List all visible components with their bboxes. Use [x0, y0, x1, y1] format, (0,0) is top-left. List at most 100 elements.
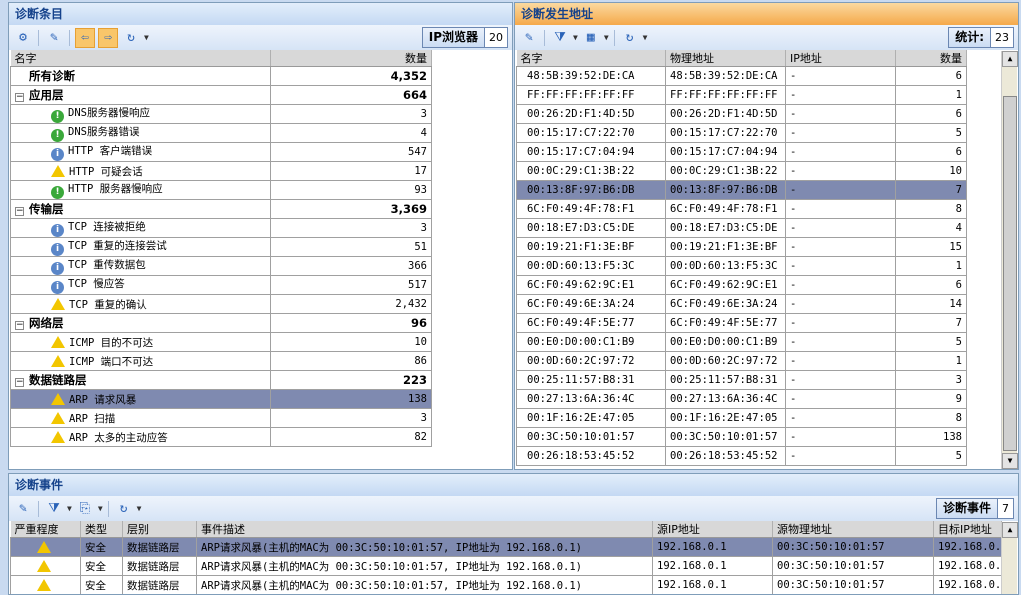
collapse-icon[interactable]: −	[15, 93, 24, 102]
events-counter[interactable]: 诊断事件 7	[935, 498, 1014, 519]
chevron-down-icon[interactable]: ▼	[604, 33, 609, 42]
address-row[interactable]: 00:0D:60:2C:97:72 00:0D:60:2C:97:72-1	[516, 351, 967, 371]
refresh-icon[interactable]: ↻	[114, 499, 134, 519]
diagnosis-row[interactable]: TCP 重复的确认 2,432	[10, 294, 432, 314]
diagnosis-row[interactable]: ICMP 端口不可达 86	[10, 351, 432, 371]
address-row[interactable]: 00:26:2D:F1:4D:5D 00:26:2D:F1:4D:5D -6	[516, 104, 967, 124]
column-header-source-ip[interactable]: 源IP地址	[652, 521, 773, 538]
address-row[interactable]: 00:13:8F:97:B6:DB 00:13:8F:97:B6:DB -7	[516, 180, 967, 200]
refresh-icon[interactable]: ↻	[620, 28, 640, 48]
diagnosis-row[interactable]: ! DNS服务器错误 4	[10, 123, 432, 143]
diagnosis-row[interactable]: i TCP 重传数据包 366	[10, 256, 432, 276]
collapse-icon[interactable]: −	[15, 321, 24, 330]
column-header-count[interactable]: 数量	[895, 50, 967, 67]
diagnosis-row[interactable]: ! HTTP 服务器慢响应 93	[10, 180, 432, 200]
diagnosis-row[interactable]: i TCP 连接被拒绝 3	[10, 218, 432, 238]
diagnosis-row[interactable]: ARP 请求风暴 138	[10, 389, 432, 409]
chevron-down-icon[interactable]: ▼	[67, 504, 72, 513]
event-row[interactable]: 安全 数据链路层 ARP请求风暴(主机的MAC为 00:3C:50:10:01:57…	[10, 537, 1002, 557]
count-cell: 4,352	[270, 66, 432, 86]
diagnosis-group-row[interactable]: 所有诊断 4,352	[10, 66, 432, 86]
address-row[interactable]: 6C:F0:49:4F:5E:77 6C:F0:49:4F:5E:77-7	[516, 313, 967, 333]
address-row[interactable]: 6C:F0:49:4F:78:F1 6C:F0:49:4F:78:F1-8	[516, 199, 967, 219]
scroll-up-icon[interactable]: ▲	[1002, 51, 1018, 67]
diagnosis-row[interactable]: HTTP 可疑会话 17	[10, 161, 432, 181]
count-cell: 14	[895, 294, 967, 314]
ip-cell: -	[785, 446, 896, 466]
diagnosis-row[interactable]: ICMP 目的不可达 10	[10, 332, 432, 352]
chevron-down-icon[interactable]: ▼	[573, 33, 578, 42]
diagnosis-row[interactable]: ARP 太多的主动应答 82	[10, 427, 432, 447]
address-row[interactable]: 00:0D:60:13:F5:3C 00:0D:60:13:F5:3C -1	[516, 256, 967, 276]
filter-add-icon[interactable]: ⧩	[550, 28, 570, 48]
ip-cell: -	[785, 275, 896, 295]
diagnosis-row[interactable]: ! DNS服务器慢响应 3	[10, 104, 432, 124]
diagnosis-group-row[interactable]: − 传输层 3,369	[10, 199, 432, 219]
chevron-down-icon[interactable]: ▼	[137, 504, 142, 513]
address-row[interactable]: 00:1F:16:2E:47:05 00:1F:16:2E:47:05-8	[516, 408, 967, 428]
scroll-up-icon[interactable]: ▲	[1002, 522, 1018, 538]
column-header-severity[interactable]: 严重程度	[10, 521, 81, 538]
vertical-scrollbar[interactable]: ▲ ▼	[1001, 51, 1018, 469]
row-label: 应用层	[29, 88, 64, 102]
edit-icon[interactable]: ✎	[44, 28, 64, 48]
address-row[interactable]: 00:E0:D0:00:C1:B9 00:E0:D0:00:C1:B9-5	[516, 332, 967, 352]
name-cell: 6C:F0:49:4F:5E:77	[516, 313, 666, 333]
diagnosis-row[interactable]: i TCP 慢应答 517	[10, 275, 432, 295]
column-header-layer[interactable]: 层别	[122, 521, 197, 538]
column-header-count[interactable]: 数量	[270, 50, 432, 67]
event-row[interactable]: 安全 数据链路层 ARP请求风暴(主机的MAC为 00:3C:50:10:01:57…	[10, 556, 1002, 576]
stats-counter[interactable]: 统计: 23	[948, 27, 1014, 48]
filter-add-icon[interactable]: ⧩	[44, 499, 64, 519]
chevron-down-icon[interactable]: ▼	[643, 33, 648, 42]
diagnosis-group-row[interactable]: − 应用层 664	[10, 85, 432, 105]
column-header-source-mac[interactable]: 源物理地址	[772, 521, 934, 538]
chevron-down-icon[interactable]: ▼	[98, 504, 103, 513]
table-add-icon[interactable]: ▦	[581, 28, 601, 48]
column-header-description[interactable]: 事件描述	[196, 521, 653, 538]
diagnosis-row[interactable]: i HTTP 客户端错误 547	[10, 142, 432, 162]
column-header-name[interactable]: 名字	[516, 50, 666, 67]
address-row[interactable]: 00:18:E7:D3:C5:DE 00:18:E7:D3:C5:DE -4	[516, 218, 967, 238]
refresh-icon[interactable]: ↻	[121, 28, 141, 48]
count-cell: 5	[895, 446, 967, 466]
vertical-scrollbar[interactable]: ▲	[1001, 522, 1018, 594]
settings-icon[interactable]: ⚙	[13, 28, 33, 48]
address-row[interactable]: 00:0C:29:C1:3B:22 00:0C:29:C1:3B:22-10	[516, 161, 967, 181]
address-row[interactable]: 00:19:21:F1:3E:BF 00:19:21:F1:3E:BF -15	[516, 237, 967, 257]
address-row[interactable]: FF:FF:FF:FF:FF:FF FF:FF:FF:FF:FF:FF -1	[516, 85, 967, 105]
source-ip-cell: 192.168.0.1	[652, 537, 773, 557]
column-header-type[interactable]: 类型	[80, 521, 123, 538]
chevron-down-icon[interactable]: ▼	[144, 33, 149, 42]
ip-browser-counter[interactable]: IP浏览器 20	[421, 27, 508, 48]
address-row[interactable]: 00:25:11:57:B8:31 00:25:11:57:B8:31-3	[516, 370, 967, 390]
diagnosis-row[interactable]: ARP 扫描 3	[10, 408, 432, 428]
source-mac-cell: 00:3C:50:10:01:57	[772, 556, 934, 576]
address-row[interactable]: 00:27:13:6A:36:4C 00:27:13:6A:36:4C -9	[516, 389, 967, 409]
diagnosis-group-row[interactable]: − 网络层 96	[10, 313, 432, 333]
export-icon[interactable]: ⇨	[98, 27, 118, 48]
edit-icon[interactable]: ✎	[519, 28, 539, 48]
address-row[interactable]: 6C:F0:49:6E:3A:24 6C:F0:49:6E:3A:24-14	[516, 294, 967, 314]
ip-cell: -	[785, 370, 896, 390]
collapse-icon[interactable]: −	[15, 378, 24, 387]
address-row[interactable]: 00:15:17:C7:22:70 00:15:17:C7:22:70-5	[516, 123, 967, 143]
copy-icon[interactable]: ⎘	[75, 499, 95, 519]
column-header-mac[interactable]: 物理地址	[665, 50, 786, 67]
diagnosis-row[interactable]: i TCP 重复的连接尝试 51	[10, 237, 432, 257]
column-header-ip[interactable]: IP地址	[785, 50, 896, 67]
address-row[interactable]: 48:5B:39:52:DE:CA 48:5B:39:52:DE:CA -6	[516, 66, 967, 86]
address-row[interactable]: 00:15:17:C7:04:94 00:15:17:C7:04:94-6	[516, 142, 967, 162]
column-header-target-ip[interactable]: 目标IP地址	[933, 521, 1002, 538]
column-header-name[interactable]: 名字	[10, 50, 271, 67]
address-row[interactable]: 00:26:18:53:45:52 00:26:18:53:45:52-5	[516, 446, 967, 466]
collapse-icon[interactable]: −	[15, 207, 24, 216]
edit-icon[interactable]: ✎	[13, 499, 33, 519]
event-row[interactable]: 安全 数据链路层 ARP请求风暴(主机的MAC为 00:3C:50:10:01:57…	[10, 575, 1002, 594]
address-row[interactable]: 00:3C:50:10:01:57 00:3C:50:10:01:57-138	[516, 427, 967, 447]
scroll-down-icon[interactable]: ▼	[1002, 453, 1018, 469]
scroll-thumb[interactable]	[1003, 96, 1017, 451]
diagnosis-group-row[interactable]: − 数据链路层 223	[10, 370, 432, 390]
address-row[interactable]: 6C:F0:49:62:9C:E1 6C:F0:49:62:9C:E1-6	[516, 275, 967, 295]
import-icon[interactable]: ⇦	[75, 27, 95, 48]
